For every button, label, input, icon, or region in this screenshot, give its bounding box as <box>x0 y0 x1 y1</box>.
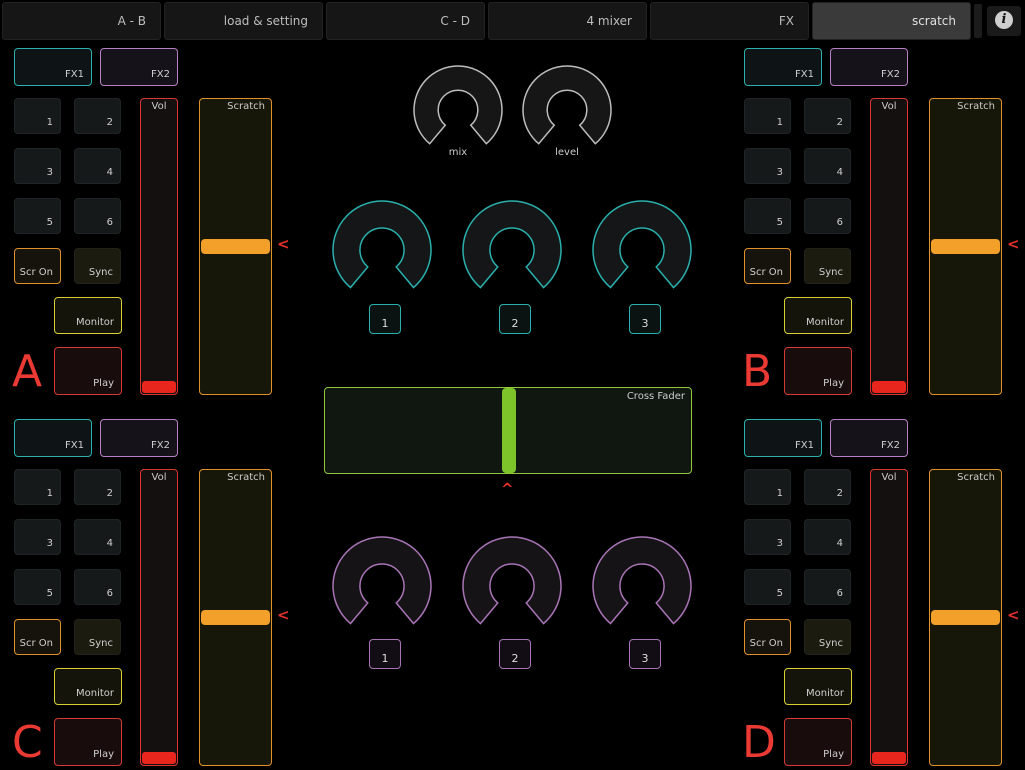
teal-knob-3[interactable] <box>592 200 692 289</box>
knob-center <box>439 91 477 129</box>
purple-knob-1[interactable] <box>332 536 432 625</box>
level-knob[interactable] <box>522 65 612 145</box>
knob-center <box>620 228 664 272</box>
teal-knob-2[interactable] <box>462 200 562 289</box>
crossfader-label: Cross Fader <box>626 391 685 402</box>
mix-knob-label: mix <box>448 147 468 158</box>
purple-knob-2[interactable] <box>462 536 562 625</box>
crossfader-handle[interactable] <box>502 388 516 473</box>
level-knob-label: level <box>555 147 579 158</box>
teal-button-1[interactable]: 1 <box>369 304 401 334</box>
knob-center <box>490 228 534 272</box>
knob-center <box>360 228 404 272</box>
purple-button-3[interactable]: 3 <box>629 639 661 669</box>
purple-knob-3[interactable] <box>592 536 692 625</box>
crossfader[interactable]: Cross Fader <box>324 387 692 474</box>
teal-button-3[interactable]: 3 <box>629 304 661 334</box>
knob-center <box>620 564 664 608</box>
crossfader-indicator: ^ <box>501 480 514 498</box>
knob-center <box>548 91 586 129</box>
teal-knob-1[interactable] <box>332 200 432 289</box>
knob-center <box>360 564 404 608</box>
teal-button-2[interactable]: 2 <box>499 304 531 334</box>
knob-center <box>490 564 534 608</box>
purple-button-2[interactable]: 2 <box>499 639 531 669</box>
purple-button-1[interactable]: 1 <box>369 639 401 669</box>
mix-knob[interactable] <box>413 65 503 145</box>
